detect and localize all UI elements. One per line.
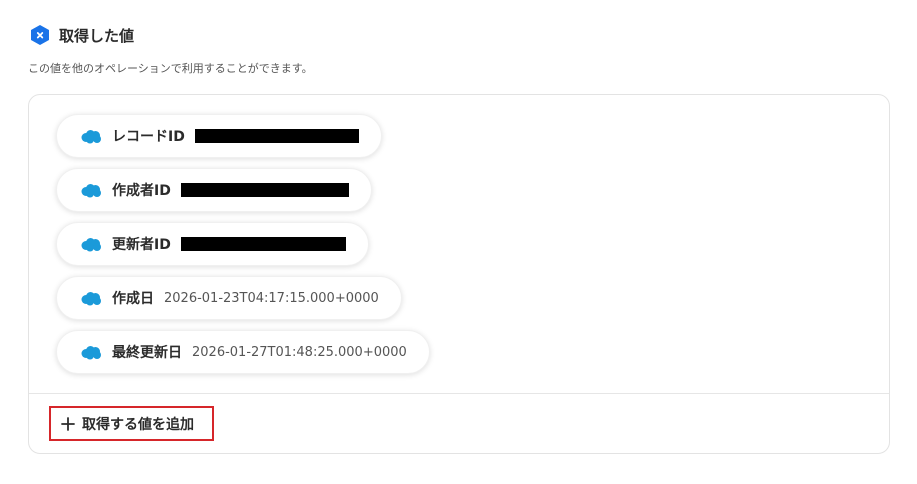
value-chip-label: 作成日 (112, 291, 154, 307)
value-chip-created-by-id[interactable]: 作成者ID (56, 168, 372, 212)
add-value-button[interactable]: 取得する値を追加 (49, 406, 214, 441)
section-title: 取得した値 (59, 26, 135, 45)
value-chip-value: 2026-01-27T01:48:25.000+0000 (192, 344, 407, 360)
value-chip-record-id[interactable]: レコードID (56, 114, 382, 158)
salesforce-cloud-icon (81, 291, 101, 305)
salesforce-cloud-icon (81, 345, 101, 359)
redacted-value (180, 183, 349, 197)
yoom-hex-logo-icon (31, 25, 49, 45)
value-chip-updated-by-id[interactable]: 更新者ID (56, 222, 369, 266)
salesforce-cloud-icon (81, 183, 101, 197)
redacted-value (180, 237, 346, 251)
section-description: この値を他のオペレーションで利用することができます。 (28, 62, 313, 75)
plus-icon (61, 416, 75, 431)
value-chip-label: レコードID (112, 129, 185, 145)
value-chip-label: 更新者ID (112, 237, 171, 253)
section-header: 取得した値 (29, 24, 134, 46)
add-value-label: 取得する値を追加 (82, 416, 194, 433)
salesforce-cloud-icon (81, 129, 101, 143)
value-chip-last-modified-date[interactable]: 最終更新日 2026-01-27T01:48:25.000+0000 (56, 330, 430, 374)
value-chip-label: 最終更新日 (112, 345, 182, 361)
value-chip-value: 2026-01-23T04:17:15.000+0000 (164, 290, 379, 306)
value-chip-label: 作成者ID (112, 183, 171, 199)
value-chip-created-date[interactable]: 作成日 2026-01-23T04:17:15.000+0000 (56, 276, 402, 320)
redacted-value (194, 129, 359, 143)
values-panel: レコードID 作成者ID 更新者ID 作成日 2026-01-23T04:17:… (28, 94, 890, 454)
panel-divider (29, 393, 889, 394)
salesforce-cloud-icon (81, 237, 101, 251)
